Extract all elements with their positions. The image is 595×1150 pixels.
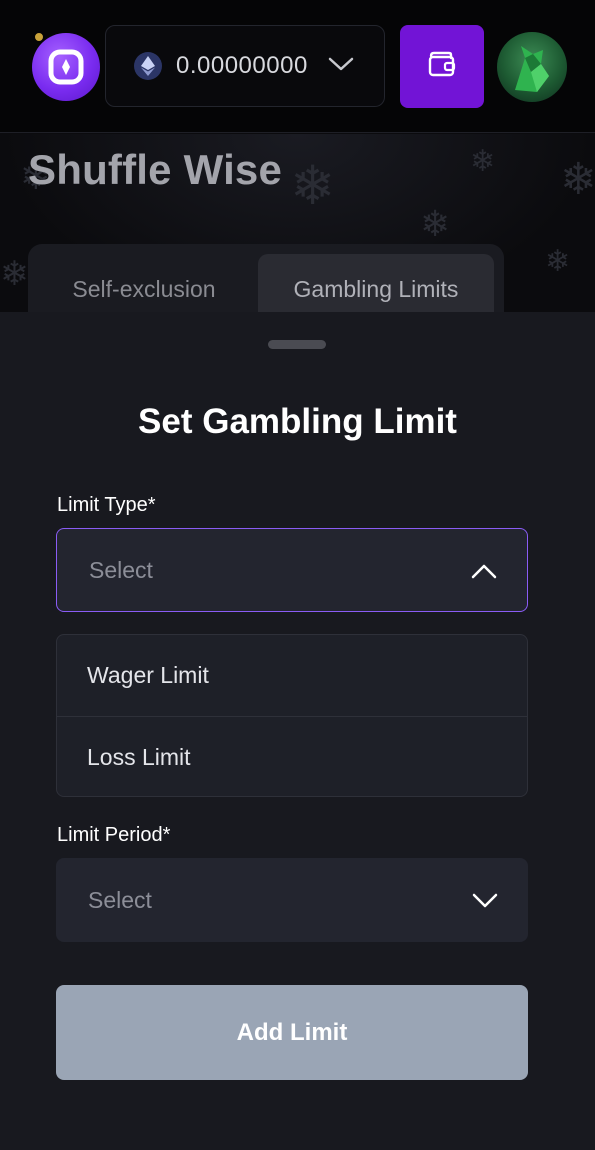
limit-type-options: Wager Limit Loss Limit <box>56 634 528 797</box>
balance-selector[interactable]: 0.00000000 <box>105 25 385 107</box>
chevron-down-icon <box>472 888 498 915</box>
balance-value: 0.00000000 <box>176 52 308 79</box>
snowflake-icon: ❄ <box>0 254 29 294</box>
snowflake-icon: ❄ <box>290 154 336 217</box>
snowflake-icon: ❄ <box>420 204 451 245</box>
snowflake-icon: ❄ <box>545 244 571 279</box>
limit-type-placeholder: Select <box>89 556 153 583</box>
page-title: Shuffle Wise <box>28 146 283 193</box>
add-limit-button[interactable]: Add Limit <box>56 985 528 1080</box>
limit-period-placeholder: Select <box>88 886 152 913</box>
snowflake-icon: ❄ <box>560 154 595 205</box>
snowflake-icon: ❄ <box>470 144 496 179</box>
set-limit-sheet: Set Gambling Limit Limit Type* Select Wa… <box>0 312 595 1150</box>
ornament-icon <box>33 31 45 43</box>
sheet-drag-handle[interactable] <box>268 340 326 349</box>
chevron-up-icon <box>471 559 497 586</box>
limit-type-label: Limit Type* <box>57 494 156 516</box>
sheet-title: Set Gambling Limit <box>138 402 457 441</box>
ethereum-icon <box>134 52 162 80</box>
top-header: 0.00000000 <box>0 0 595 133</box>
limit-period-label: Limit Period* <box>57 824 171 846</box>
wallet-icon <box>427 50 457 83</box>
option-loss-limit[interactable]: Loss Limit <box>57 716 527 796</box>
user-avatar[interactable] <box>497 32 567 102</box>
shuffle-logo-icon[interactable] <box>32 33 100 101</box>
limit-type-select[interactable]: Select <box>56 528 528 612</box>
limit-period-select[interactable]: Select <box>56 858 528 942</box>
option-wager-limit[interactable]: Wager Limit <box>57 635 527 716</box>
wallet-button[interactable] <box>400 25 484 108</box>
chevron-down-icon <box>328 56 354 77</box>
